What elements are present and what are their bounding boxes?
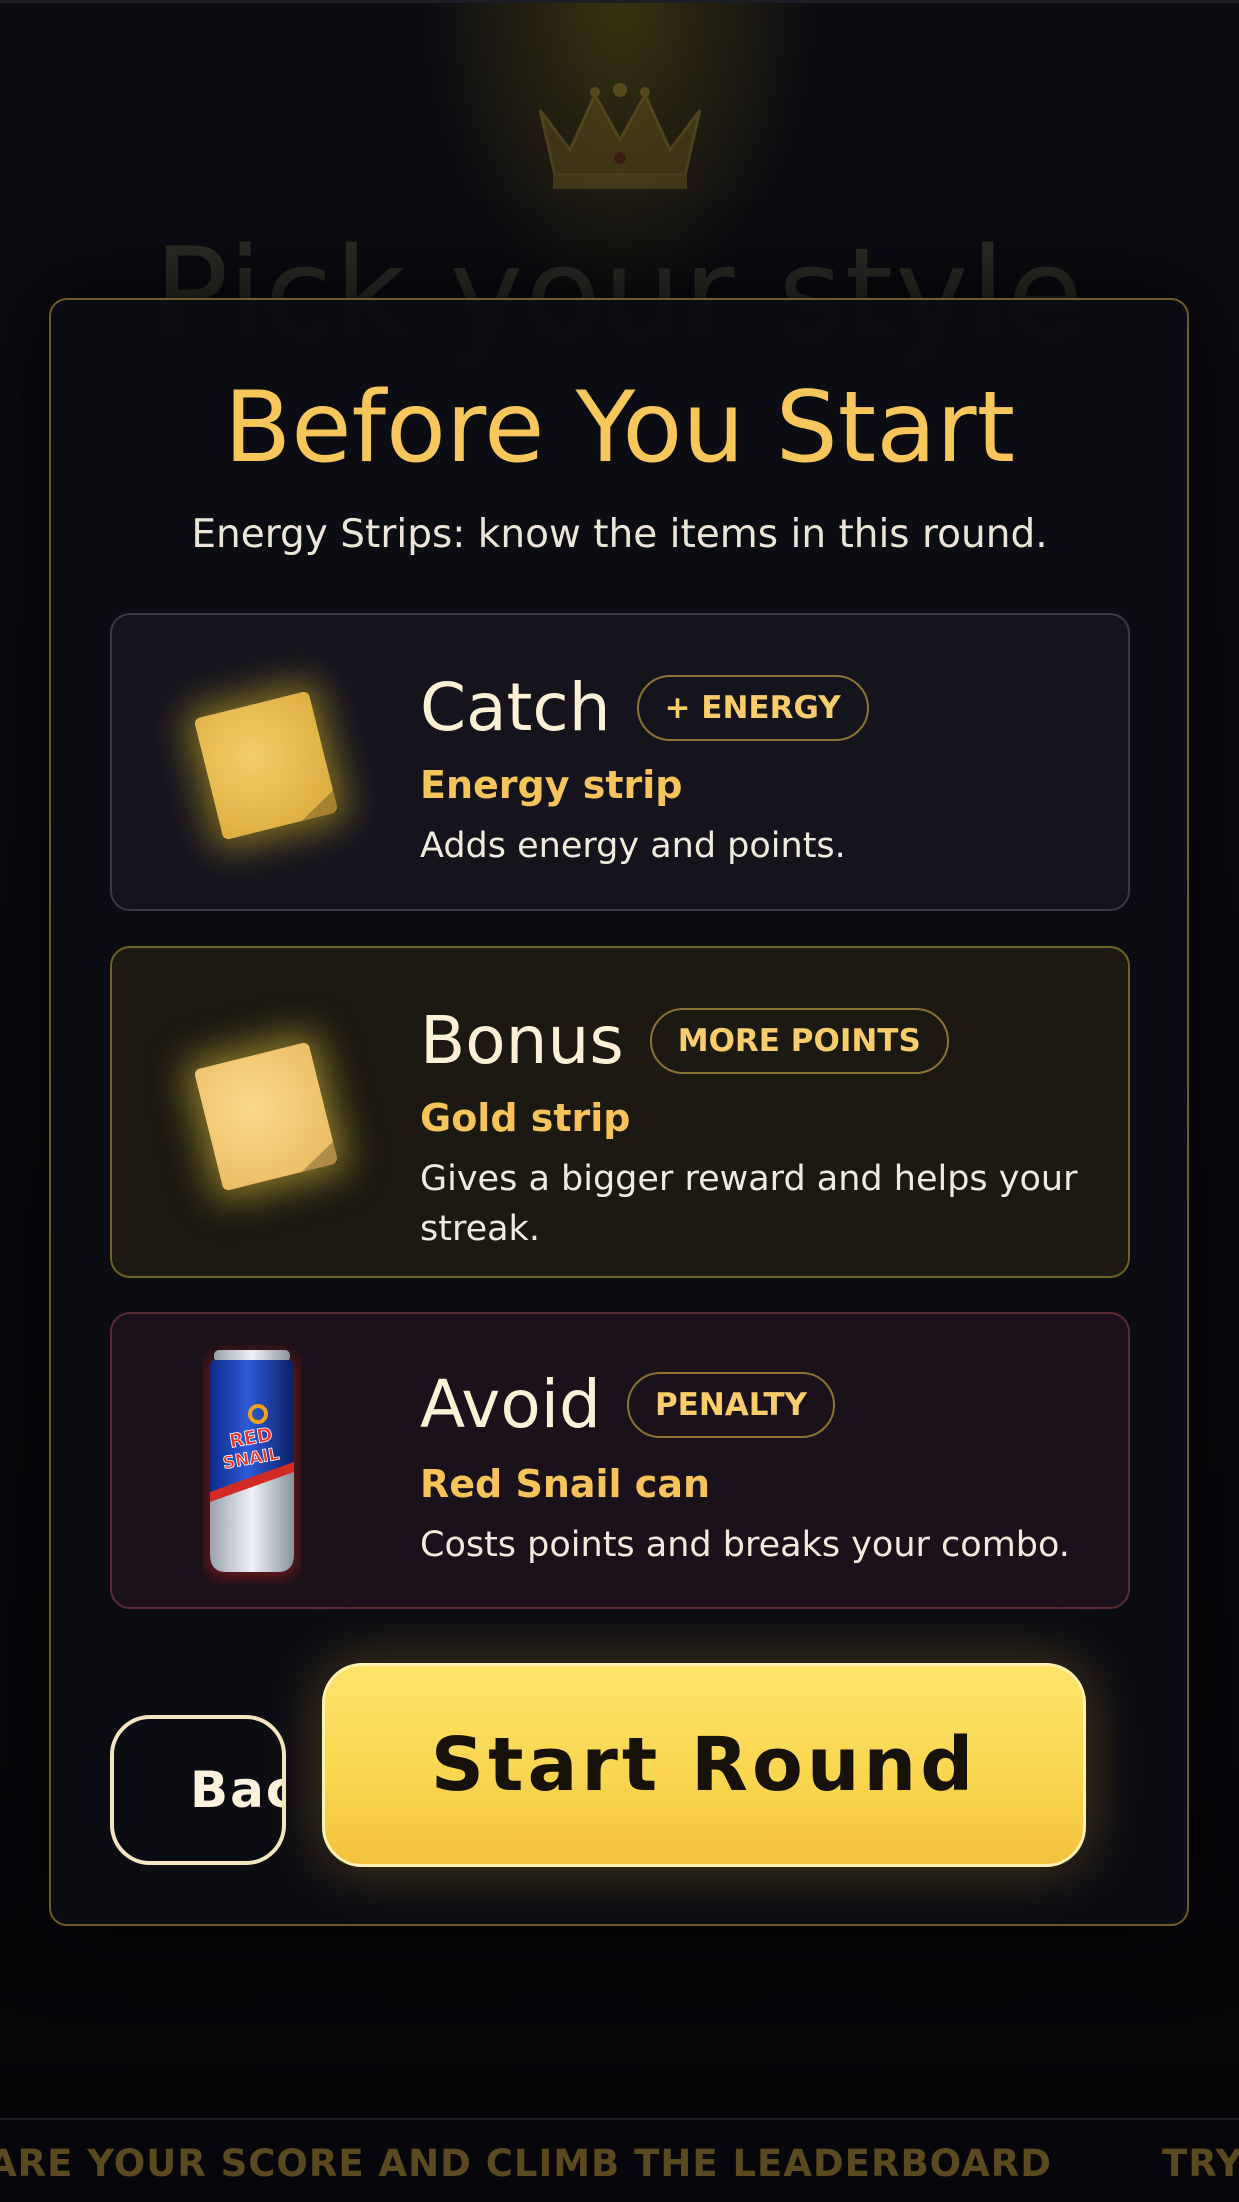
penalty-badge: PENALTY xyxy=(626,1372,836,1438)
red-snail-can-icon: RED SNAIL xyxy=(208,1350,296,1576)
item-card-catch: Catch + ENERGY Energy strip Adds energy … xyxy=(110,613,1130,911)
item-name: Red Snail can xyxy=(420,1462,711,1506)
crown-icon xyxy=(538,83,702,189)
item-name: Energy strip xyxy=(420,763,683,807)
item-name: Gold strip xyxy=(420,1096,631,1140)
back-button[interactable]: Back xyxy=(110,1715,286,1865)
energy-strip-icon xyxy=(162,665,352,855)
marquee-ticker: ARE YOUR SCORE AND CLIMB THE LEADERBOARD… xyxy=(0,2118,1239,2202)
item-description: Gives a bigger reward and helps your str… xyxy=(420,1159,1078,1249)
item-description: Adds energy and points. xyxy=(420,826,846,866)
ticker-text: TRY EN xyxy=(1161,2142,1239,2185)
item-card-avoid: RED SNAIL Avoid PENALTY Red Snail can Co… xyxy=(110,1312,1130,1609)
energy-badge: + ENERGY xyxy=(636,675,869,741)
modal-subtitle: Energy Strips: know the items in this ro… xyxy=(191,512,1048,557)
start-round-button[interactable]: Start Round xyxy=(322,1663,1086,1867)
more-points-badge: MORE POINTS xyxy=(649,1008,949,1074)
modal-title: Before You Start xyxy=(223,371,1016,485)
card-heading: Bonus xyxy=(420,1002,624,1079)
gold-strip-icon xyxy=(162,1016,352,1206)
item-description: Costs points and breaks your combo. xyxy=(420,1525,1070,1565)
card-heading: Catch xyxy=(420,669,611,746)
ticker-text: ARE YOUR SCORE AND CLIMB THE LEADERBOARD xyxy=(0,2142,1052,2185)
item-card-bonus: Bonus MORE POINTS Gold strip Gives a big… xyxy=(110,946,1130,1278)
card-heading: Avoid xyxy=(420,1366,601,1443)
top-divider xyxy=(0,0,1239,3)
game-screen: Pick your style Before You Start Energy … xyxy=(0,0,1239,2202)
